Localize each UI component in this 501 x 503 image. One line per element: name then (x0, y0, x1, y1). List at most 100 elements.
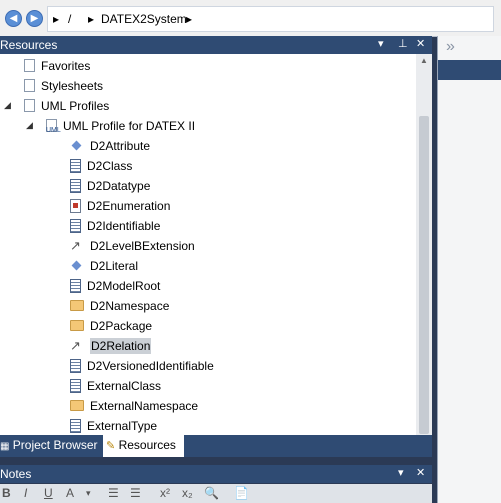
spell-check-icon[interactable]: 🔍 (204, 486, 219, 500)
forward-button[interactable]: ▶ (26, 10, 43, 27)
favorites-icon (24, 59, 35, 73)
association-icon (70, 236, 84, 256)
folder-uml-icon (24, 99, 35, 113)
close-icon[interactable]: ✕ (416, 466, 425, 479)
right-dock: » (437, 36, 501, 503)
tree-item[interactable]: D2Relation (70, 335, 152, 356)
package-icon (70, 400, 84, 412)
breadcrumb-separator-icon[interactable]: ▸ (88, 12, 94, 26)
tree-item[interactable]: ExternalClass (70, 375, 161, 395)
breadcrumb-separator-icon[interactable]: ▸ (53, 12, 59, 26)
class-icon (70, 178, 81, 193)
tree-item[interactable]: D2Package (70, 315, 152, 335)
tree-item[interactable]: D2Identifiable (70, 215, 160, 235)
scroll-up-icon[interactable]: ▲ (420, 56, 428, 65)
resources-tree: Favorites Stylesheets UML Profiles ◢ UML Pro… (0, 54, 416, 435)
resources-icon: ✎ (106, 440, 116, 452)
tree-item[interactable]: UML Profile for DATEX II (46, 115, 196, 141)
close-icon[interactable]: ✕ (416, 37, 425, 50)
tree-item-label: D2Datatype (87, 178, 151, 193)
italic-button[interactable]: I (24, 486, 27, 500)
tree-item-label: D2Relation (90, 337, 152, 354)
breadcrumb-item-system[interactable]: DATEX2System (101, 12, 187, 26)
tree-item-label: D2Literal (90, 258, 139, 273)
tab-resources[interactable]: ✎ Resources (103, 435, 184, 457)
tree-item-label: D2ModelRoot (87, 278, 161, 293)
tree-item-label: D2VersionedIdentifiable (87, 358, 214, 373)
panel-title: Resources (0, 38, 58, 52)
chevron-down-icon[interactable]: ▾ (86, 488, 91, 499)
tree-item-label: D2Package (90, 318, 153, 333)
class-icon (70, 278, 81, 293)
notes-toolbar: B I U A ▾ ☰ ☰ x² x₂ 🔍 📄 (0, 484, 432, 503)
package-icon (70, 320, 84, 332)
tree-item-label: ExternalClass (87, 378, 162, 393)
back-arrow-icon: ◀ (9, 13, 18, 24)
tree-item-label: D2Identifiable (87, 218, 161, 233)
tree-scrollbar[interactable]: ▲ (416, 54, 432, 435)
document-icon[interactable]: 📄 (234, 486, 249, 500)
tree-item[interactable]: D2Namespace (70, 295, 169, 315)
breadcrumb-bar: ◀ ▶ ▸ / ▸ DATEX2System ▸ (0, 0, 501, 37)
tree-item-label: D2Class (87, 158, 133, 173)
tree-item-label: D2Attribute (90, 138, 151, 153)
bold-button[interactable]: B (2, 486, 11, 500)
tree-item[interactable]: D2LevelBExtension (70, 235, 195, 256)
uml-profile-icon (46, 119, 61, 141)
tree-item[interactable]: ExternalNamespace (70, 395, 198, 415)
scrollbar-thumb[interactable] (419, 116, 429, 434)
tree-item-label: D2Enumeration (87, 198, 171, 213)
tree-item[interactable]: D2Attribute (70, 135, 150, 155)
tree-item[interactable]: D2ModelRoot (70, 275, 160, 295)
superscript-icon[interactable]: x² (160, 486, 170, 500)
class-icon (70, 418, 81, 433)
tree-item-label: Favorites (41, 58, 91, 73)
tree-item[interactable]: D2Literal (70, 255, 138, 275)
panel-options-icon[interactable]: ▾ (378, 37, 384, 50)
tree-item-label: UML Profiles (41, 98, 110, 113)
right-dock-header (438, 60, 501, 80)
association-icon (70, 336, 84, 356)
expand-toggle-icon[interactable]: ◢ (4, 100, 11, 111)
tab-project-browser[interactable]: ▦ Project Browser (0, 435, 98, 457)
tree-item[interactable]: D2Enumeration (70, 195, 170, 215)
bullet-list-icon[interactable]: ☰ (108, 486, 119, 500)
panel-options-icon[interactable]: ▾ (398, 466, 404, 479)
pin-icon[interactable]: ⊥ (398, 37, 408, 50)
numbered-list-icon[interactable]: ☰ (130, 486, 141, 500)
class-icon (70, 218, 81, 233)
tree-item[interactable]: Favorites (24, 55, 90, 75)
package-icon (70, 300, 84, 312)
tree-item[interactable]: UML Profiles (24, 95, 109, 115)
class-icon (70, 378, 81, 393)
resources-panel-header: Resources ▾ ⊥ ✕ (0, 36, 432, 54)
tree-item[interactable]: D2Datatype (70, 175, 150, 195)
tree-item-label: ExternalType (87, 418, 158, 433)
stylesheet-icon (24, 79, 35, 93)
expand-chevron-icon[interactable]: » (446, 38, 455, 56)
font-color-button[interactable]: A (66, 486, 74, 500)
class-icon (70, 158, 81, 173)
tree-item-label: Stylesheets (41, 78, 104, 93)
breadcrumb: ▸ / ▸ DATEX2System ▸ (47, 6, 494, 32)
back-button[interactable]: ◀ (5, 10, 22, 27)
tree-item[interactable]: D2VersionedIdentifiable (70, 355, 214, 375)
tree-item[interactable]: D2Class (70, 155, 132, 175)
subscript-icon[interactable]: x₂ (182, 486, 193, 500)
tree-item[interactable]: Stylesheets (24, 75, 103, 95)
tree-item-label: D2Namespace (90, 298, 170, 313)
panel-tabs: ▦ Project Browser ✎ Resources (0, 435, 432, 457)
panel-title: Notes (0, 467, 32, 481)
notes-panel-header: Notes ▾ ✕ (0, 465, 432, 483)
class-icon (70, 358, 81, 373)
enumeration-icon (70, 198, 81, 213)
breadcrumb-item-root[interactable]: / (68, 12, 71, 26)
attribute-icon (70, 259, 84, 273)
tree-item-label: UML Profile for DATEX II (63, 118, 196, 133)
tree-item-label: ExternalNamespace (90, 398, 199, 413)
underline-button[interactable]: U (44, 486, 53, 500)
tree-item[interactable]: ExternalType (70, 415, 157, 435)
tree-item-label: D2LevelBExtension (90, 238, 195, 253)
breadcrumb-separator-icon[interactable]: ▸ (186, 12, 192, 26)
expand-toggle-icon[interactable]: ◢ (26, 120, 33, 131)
